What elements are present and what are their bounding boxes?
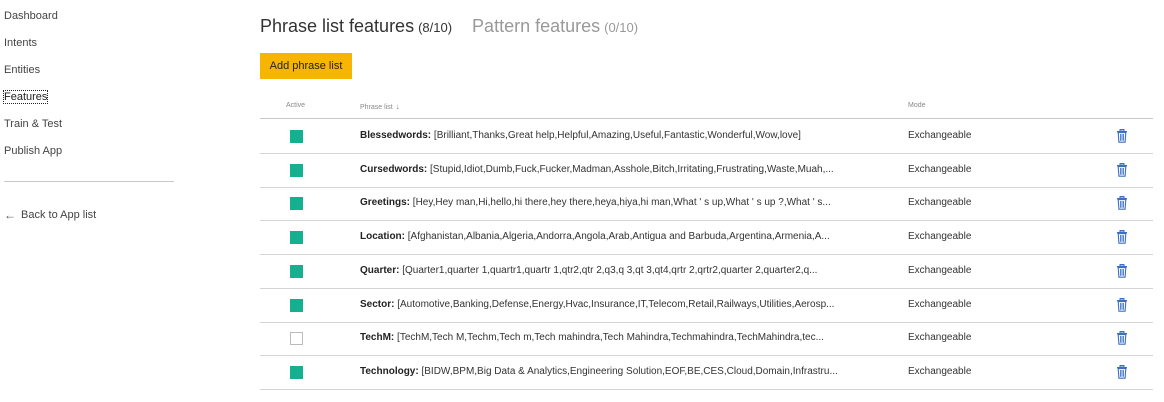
trash-icon[interactable]	[1116, 297, 1128, 312]
sort-down-icon: ↓	[395, 102, 400, 111]
phrase-list-cell[interactable]: Sector: [Automotive,Banking,Defense,Ener…	[360, 299, 875, 310]
table-row: Quarter: [Quarter1,quarter 1,quartr1,qua…	[260, 254, 1153, 289]
trash-icon[interactable]	[1116, 129, 1128, 143]
table-row: Location: [Afghanistan,Albania,Algeria,A…	[260, 220, 1153, 256]
phrase-list-cell[interactable]: Cursedwords: [Stupid,Idiot,Dumb,Fuck,Fuc…	[360, 164, 875, 175]
trash-icon[interactable]	[1116, 364, 1128, 379]
phrase-list-name: Technology:	[360, 365, 419, 377]
phrase-list-cell[interactable]: Blessedwords: [Brilliant,Thanks,Great he…	[360, 130, 875, 141]
sidebar-item-publish-app[interactable]: Publish App	[4, 145, 62, 157]
phrase-list-cell[interactable]: Greetings: [Hey,Hey man,Hi,hello,hi ther…	[360, 197, 875, 208]
mode-cell: Exchangeable	[908, 264, 972, 276]
mode-cell: Exchangeable	[908, 231, 972, 243]
back-link-label: Back to App list	[21, 209, 97, 221]
column-header-phrase-list[interactable]: Phrase list ↓	[360, 102, 400, 111]
table-row: TechM: [TechM,Tech M,Techm,Tech m,Tech m…	[260, 321, 1153, 357]
feature-tabs: Phrase list features (8/10) Pattern featu…	[260, 16, 638, 37]
tab-count: (8/10)	[418, 20, 453, 35]
tab-phrase-list-features[interactable]: Phrase list features (8/10)	[260, 16, 452, 37]
arrow-left-icon: ←	[4, 208, 16, 222]
phrase-list-name: Sector:	[360, 298, 395, 310]
sidebar-divider	[4, 181, 174, 182]
table-row: Sector: [Automotive,Banking,Defense,Ener…	[260, 288, 1153, 323]
trash-icon[interactable]	[1116, 263, 1128, 278]
trash-icon[interactable]	[1116, 162, 1128, 177]
phrase-list-values: [Quarter1,quarter 1,quartr1,quartr 1,qtr…	[402, 264, 818, 276]
back-to-app-list-link[interactable]: ← Back to App list	[4, 208, 96, 222]
phrase-list-values: [Afghanistan,Albania,Algeria,Andorra,Ang…	[407, 231, 830, 243]
table-row: Cursedwords: [Stupid,Idiot,Dumb,Fuck,Fuc…	[260, 153, 1153, 188]
phrase-list-cell[interactable]: Location: [Afghanistan,Albania,Algeria,A…	[360, 231, 875, 242]
phrase-list-name: Greetings:	[360, 197, 411, 209]
table-row: Blessedwords: [Brilliant,Thanks,Great he…	[260, 119, 1153, 154]
phrase-list-name: Location:	[360, 231, 405, 243]
trash-icon[interactable]	[1116, 230, 1128, 244]
tab-pattern-features[interactable]: Pattern features (0/10)	[472, 16, 638, 37]
phrase-list-name: Cursedwords:	[360, 163, 428, 175]
phrase-list-cell[interactable]: Technology: [BIDW,BPM,Big Data & Analyti…	[360, 366, 875, 377]
mode-cell: Exchangeable	[908, 130, 972, 141]
active-checkbox[interactable]	[290, 264, 303, 278]
trash-icon[interactable]	[1116, 331, 1128, 345]
sidebar-item-intents[interactable]: Intents	[4, 37, 37, 49]
phrase-list-values: [Stupid,Idiot,Dumb,Fuck,Fucker,Madman,As…	[430, 163, 834, 175]
phrase-list-values: [Automotive,Banking,Defense,Energy,Hvac,…	[397, 298, 835, 310]
add-phrase-list-button[interactable]: Add phrase list	[260, 53, 352, 79]
phrase-list-values: [BIDW,BPM,Big Data & Analytics,Engineeri…	[421, 365, 838, 377]
column-header-active: Active	[286, 102, 306, 109]
column-header-label: Phrase list	[360, 104, 393, 111]
trash-icon[interactable]	[1116, 196, 1128, 211]
table-row: Technology: [BIDW,BPM,Big Data & Analyti…	[260, 355, 1153, 390]
active-checkbox[interactable]	[290, 197, 303, 211]
active-checkbox[interactable]	[290, 332, 303, 346]
sidebar-item-entities[interactable]: Entities	[4, 64, 40, 76]
phrase-list-name: Quarter:	[360, 264, 400, 276]
active-checkbox[interactable]	[290, 130, 303, 143]
mode-cell: Exchangeable	[908, 197, 972, 209]
phrase-list-name: Blessedwords:	[360, 130, 432, 141]
phrase-list-cell[interactable]: Quarter: [Quarter1,quarter 1,quartr1,qua…	[360, 265, 875, 276]
mode-cell: Exchangeable	[908, 163, 972, 175]
active-checkbox[interactable]	[290, 365, 303, 379]
phrase-list-values: [Brilliant,Thanks,Great help,Helpful,Ama…	[433, 130, 801, 141]
tab-title: Pattern features	[472, 16, 601, 36]
phrase-list-name: TechM:	[360, 332, 395, 344]
active-checkbox[interactable]	[290, 298, 303, 312]
phrase-list-cell[interactable]: TechM: [TechM,Tech M,Techm,Tech m,Tech m…	[360, 332, 875, 343]
sidebar-item-features[interactable]: Features	[2, 90, 49, 104]
phrase-list-values: [TechM,Tech M,Techm,Tech m,Tech mahindra…	[397, 332, 824, 344]
mode-cell: Exchangeable	[908, 298, 972, 310]
phrase-list-values: [Hey,Hey man,Hi,hello,hi there,hey there…	[412, 197, 831, 209]
active-checkbox[interactable]	[290, 231, 303, 245]
tab-title: Phrase list features	[260, 16, 415, 36]
sidebar-item-train-test[interactable]: Train & Test	[4, 118, 62, 130]
table-row: Greetings: [Hey,Hey man,Hi,hello,hi ther…	[260, 186, 1153, 222]
active-checkbox[interactable]	[290, 163, 303, 177]
mode-cell: Exchangeable	[908, 365, 972, 377]
tab-count: (0/10)	[604, 20, 639, 35]
mode-cell: Exchangeable	[908, 332, 972, 344]
column-header-mode: Mode	[908, 102, 926, 109]
sidebar-item-dashboard[interactable]: Dashboard	[4, 10, 58, 22]
